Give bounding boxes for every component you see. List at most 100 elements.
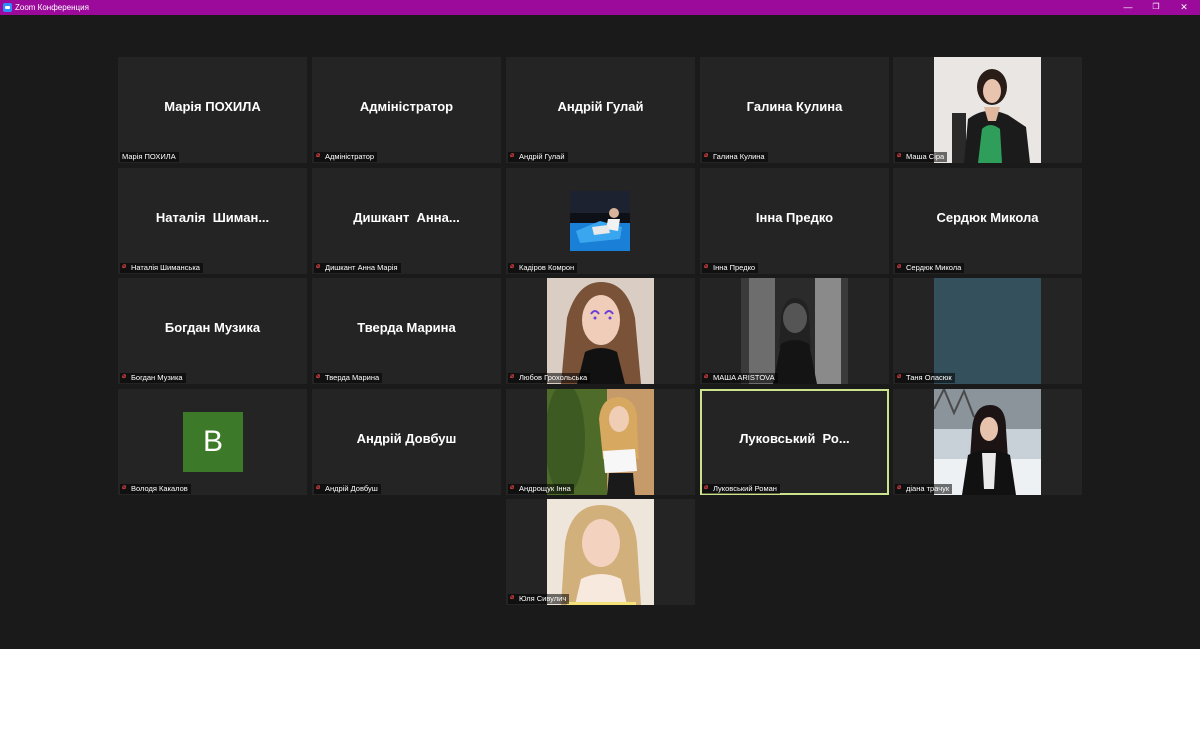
gallery-view: Марія ПОХИЛА Марія ПОХИЛА Адміністратор … — [0, 15, 1200, 649]
participant-name-label: ⌀ діана трачук — [895, 484, 953, 494]
video-feed — [934, 278, 1041, 384]
participant-tile[interactable]: Марія ПОХИЛА Марія ПОХИЛА — [118, 57, 307, 163]
mic-muted-icon: ⌀ — [510, 263, 515, 270]
mic-muted-icon: ⌀ — [704, 373, 709, 380]
participant-name-label: ⌀ Кадіров Комрон — [508, 263, 578, 273]
participant-tile[interactable]: B ⌀ Володя Какалов — [118, 389, 307, 495]
mic-muted-icon: ⌀ — [704, 152, 709, 159]
participant-tile[interactable]: Адміністратор ⌀ Адміністратор — [312, 57, 501, 163]
participant-tile[interactable]: Наталія Шиман... ⌀ Наталія Шиманська — [118, 168, 307, 274]
mic-muted-icon: ⌀ — [122, 263, 127, 270]
participant-tile[interactable]: ⌀ Любов Грохольська — [506, 278, 695, 384]
participant-name: Інна Предко — [713, 263, 756, 272]
participant-name-label: ⌀ Маша Сіра — [895, 152, 948, 162]
mic-muted-icon: ⌀ — [510, 373, 515, 380]
participant-name: Дишкант Анна Марія — [325, 263, 398, 272]
participant-display-name: Андрій Довбуш — [356, 431, 457, 446]
participant-name: Маша Сіра — [906, 152, 945, 161]
video-feed — [741, 278, 848, 384]
participant-name: Адміністратор — [325, 152, 375, 161]
participant-display-name: Андрій Гулай — [557, 99, 644, 114]
participant-tile[interactable]: ⌀ Таня Оласюк — [893, 278, 1082, 384]
mic-muted-icon: ⌀ — [897, 263, 902, 270]
participant-name-label: ⌀ Таня Оласюк — [895, 373, 955, 383]
participant-tile[interactable]: ⌀ Кадіров Комрон — [506, 168, 695, 274]
mic-muted-icon: ⌀ — [897, 373, 902, 380]
mic-muted-icon: ⌀ — [510, 152, 515, 159]
mic-muted-icon: ⌀ — [510, 484, 515, 491]
participant-tile[interactable]: Андрій Довбуш ⌀ Андрій Довбуш — [312, 389, 501, 495]
title-bar: Zoom Конференция — ❐ ✕ — [0, 0, 1200, 15]
mic-muted-icon: ⌀ — [316, 263, 321, 270]
participant-name: Володя Какалов — [131, 484, 188, 493]
participant-display-name: Луковський Ро... — [739, 431, 850, 446]
participant-tile[interactable]: Галина Кулина ⌀ Галина Кулина — [700, 57, 889, 163]
mic-muted-icon: ⌀ — [316, 484, 321, 491]
participant-name-label: ⌀ Сердюк Микола — [895, 263, 965, 273]
participant-display-name: Сердюк Микола — [936, 210, 1039, 225]
participant-name: Андрощук Інна — [519, 484, 571, 493]
participant-name: Юля Сивулич — [519, 594, 567, 603]
participant-name-label: ⌀ Андрощук Інна — [508, 484, 574, 494]
zoom-app-icon — [3, 3, 12, 12]
participant-name-label: ⌀ Андрій Довбуш — [314, 484, 381, 494]
participant-name: Наталія Шиманська — [131, 263, 200, 272]
participant-tile[interactable]: Інна Предко ⌀ Інна Предко — [700, 168, 889, 274]
participant-name-label: ⌀ Наталія Шиманська — [120, 263, 203, 273]
maximize-button[interactable]: ❐ — [1142, 0, 1170, 15]
video-feed — [934, 57, 1041, 163]
participant-tile[interactable]: Дишкант Анна... ⌀ Дишкант Анна Марія — [312, 168, 501, 274]
participant-display-name: Дишкант Анна... — [353, 210, 460, 225]
mic-muted-icon: ⌀ — [897, 484, 902, 491]
participant-name-label: ⌀ Андрій Гулай — [508, 152, 568, 162]
mic-muted-icon: ⌀ — [510, 594, 515, 601]
participant-name-label: ⌀ Дишкант Анна Марія — [314, 263, 401, 273]
participant-name-label: ⌀ MAШA ARISTOVA — [702, 373, 778, 383]
participant-name: діана трачук — [906, 484, 950, 493]
participant-display-name: Галина Кулина — [746, 99, 843, 114]
participant-display-name: Тверда Марина — [357, 320, 456, 335]
video-feed — [547, 499, 654, 605]
mic-muted-icon: ⌀ — [316, 152, 321, 159]
minimize-button[interactable]: — — [1114, 0, 1142, 15]
participant-tile-active-speaker[interactable]: Луковський Ро... ⌀ Луковський Роман — [700, 389, 889, 495]
participant-name-label: ⌀ Володя Какалов — [120, 484, 191, 494]
participant-tile[interactable]: Андрій Гулай ⌀ Андрій Гулай — [506, 57, 695, 163]
participant-name-label: ⌀ Галина Кулина — [702, 152, 768, 162]
participant-name-label: Марія ПОХИЛА — [120, 152, 179, 162]
mic-muted-icon: ⌀ — [316, 373, 321, 380]
participant-tile[interactable]: ⌀ MAШA ARISTOVA — [700, 278, 889, 384]
video-feed — [547, 389, 654, 495]
participant-tile[interactable]: Богдан Музика ⌀ Богдан Музика — [118, 278, 307, 384]
window-title: Zoom Конференция — [15, 3, 89, 12]
participant-name-label: ⌀ Адміністратор — [314, 152, 378, 162]
participant-tile[interactable]: ⌀ Маша Сіра — [893, 57, 1082, 163]
participant-tile[interactable]: Тверда Марина ⌀ Тверда Марина — [312, 278, 501, 384]
participant-name: Таня Оласюк — [906, 373, 952, 382]
participant-display-name: Наталія Шиман... — [155, 210, 270, 225]
profile-picture — [570, 191, 630, 251]
speaking-indicator — [567, 602, 636, 605]
participant-name-label: ⌀ Тверда Марина — [314, 373, 383, 383]
participant-name-label: ⌀ Луковський Роман — [702, 484, 780, 494]
close-button[interactable]: ✕ — [1170, 0, 1198, 15]
mic-muted-icon: ⌀ — [704, 263, 709, 270]
participant-name: Галина Кулина — [713, 152, 765, 161]
participant-name: Тверда Марина — [325, 373, 380, 382]
participant-tile[interactable]: ⌀ діана трачук — [893, 389, 1082, 495]
participant-name-label: ⌀ Інна Предко — [702, 263, 759, 273]
participant-name-label: ⌀ Любов Грохольська — [508, 373, 591, 383]
participant-display-name: Інна Предко — [755, 210, 834, 225]
participant-name: Любов Грохольська — [519, 373, 588, 382]
participant-display-name: Марія ПОХИЛА — [164, 99, 261, 114]
participant-display-name: Богдан Музика — [164, 320, 261, 335]
mic-muted-icon: ⌀ — [704, 484, 709, 491]
mic-muted-icon: ⌀ — [122, 484, 127, 491]
participant-tile[interactable]: ⌀ Андрощук Інна — [506, 389, 695, 495]
participant-tile[interactable]: Сердюк Микола ⌀ Сердюк Микола — [893, 168, 1082, 274]
participant-tile[interactable]: ⌀ Юля Сивулич — [506, 499, 695, 605]
participant-name: Кадіров Комрон — [519, 263, 575, 272]
video-feed — [934, 389, 1041, 495]
participant-name: Марія ПОХИЛА — [122, 152, 176, 161]
participant-name: MAШA ARISTOVA — [713, 373, 775, 382]
